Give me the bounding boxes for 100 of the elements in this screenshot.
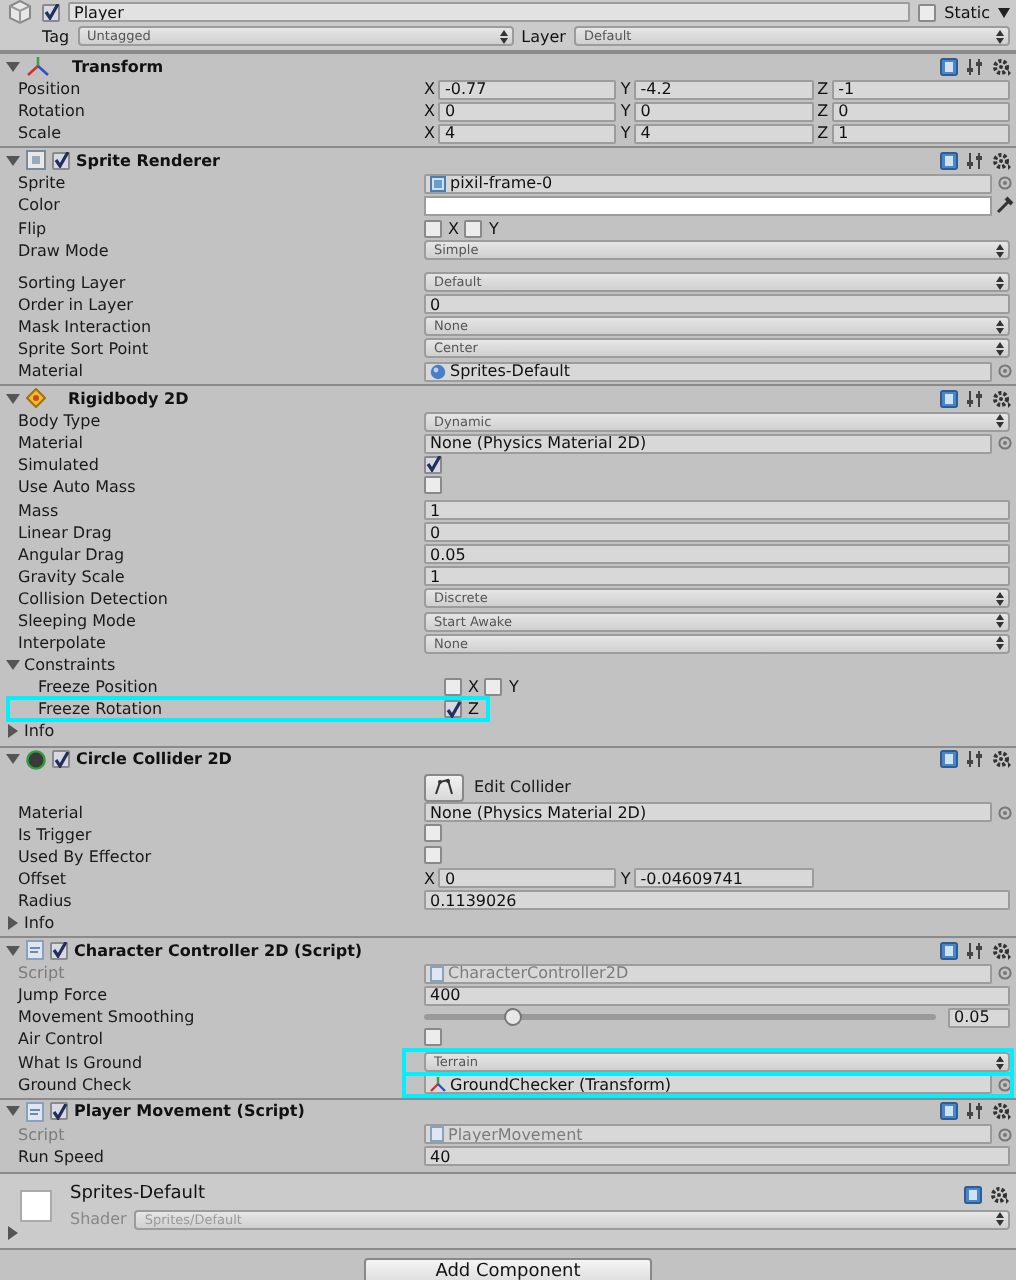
dropdown-arrows-icon xyxy=(996,243,1004,258)
property-label: Mask Interaction xyxy=(18,317,154,336)
help-icon[interactable] xyxy=(964,1185,982,1204)
number-field[interactable]: 1 xyxy=(832,123,1010,144)
sliders-icon[interactable] xyxy=(966,389,984,408)
number-field[interactable]: -0.77 xyxy=(438,79,617,100)
gear-icon[interactable] xyxy=(992,941,1012,960)
help-icon[interactable] xyxy=(940,1102,958,1121)
object-field[interactable]: Sprites-Default xyxy=(424,361,992,382)
expand-arrow-icon[interactable] xyxy=(6,59,20,73)
checkbox[interactable] xyxy=(424,219,442,238)
expand-arrow-icon[interactable] xyxy=(6,153,20,168)
axis-label: Y xyxy=(620,869,631,888)
number-field[interactable]: -0.04609741 xyxy=(634,868,814,889)
object-field[interactable]: GroundChecker (Transform) xyxy=(424,1074,992,1095)
checkbox[interactable] xyxy=(424,1028,442,1047)
checkbox[interactable] xyxy=(424,476,442,495)
checkbox-label: X xyxy=(448,219,459,238)
checkbox[interactable] xyxy=(50,1102,68,1121)
checkbox[interactable] xyxy=(50,941,68,960)
checkbox[interactable] xyxy=(484,678,503,697)
checkbox[interactable] xyxy=(52,750,70,769)
edit-collider-button[interactable] xyxy=(424,773,464,802)
number-field[interactable]: -1 xyxy=(832,79,1010,100)
gear-icon[interactable] xyxy=(992,389,1012,408)
expand-arrow-icon[interactable] xyxy=(6,658,20,673)
target-icon[interactable] xyxy=(997,1077,1011,1092)
checkbox[interactable] xyxy=(464,219,483,238)
sliders-icon[interactable] xyxy=(966,151,984,170)
object-field[interactable]: pixil-frame-0 xyxy=(424,173,992,194)
dropdown-arrows-icon xyxy=(996,1055,1004,1070)
caret-icon[interactable] xyxy=(998,7,1010,17)
help-icon[interactable] xyxy=(940,57,958,75)
checkbox[interactable] xyxy=(444,700,462,719)
expand-arrow-icon[interactable] xyxy=(6,391,20,406)
slider-track[interactable] xyxy=(424,1014,936,1021)
number-field[interactable]: 0.05 xyxy=(948,1007,1010,1028)
property-label: Freeze Rotation xyxy=(38,700,165,719)
sliders-icon[interactable] xyxy=(966,57,984,75)
expand-arrow-icon[interactable] xyxy=(6,1104,20,1119)
color-field[interactable] xyxy=(424,195,992,216)
dropdown-arrows-icon xyxy=(996,636,1004,651)
target-icon[interactable] xyxy=(997,805,1011,820)
number-field[interactable]: 0 xyxy=(438,868,617,889)
name-field[interactable]: Player xyxy=(68,2,911,22)
expand-arrow-icon[interactable] xyxy=(6,916,20,931)
property-label: Order in Layer xyxy=(18,295,135,314)
number-field[interactable]: 4 xyxy=(634,123,814,144)
number-field[interactable]: 400 xyxy=(424,985,1010,1006)
checkbox[interactable] xyxy=(424,845,442,864)
foldout-label[interactable]: Info xyxy=(24,914,55,933)
number-field[interactable]: 0 xyxy=(832,101,1010,122)
help-icon[interactable] xyxy=(940,941,958,960)
sliders-icon[interactable] xyxy=(966,941,984,960)
number-field[interactable]: 1 xyxy=(424,566,1010,587)
sliders-icon[interactable] xyxy=(966,1102,984,1121)
help-icon[interactable] xyxy=(940,750,958,769)
gear-icon[interactable] xyxy=(992,57,1012,75)
help-icon[interactable] xyxy=(940,151,958,170)
property-label: Collision Detection xyxy=(18,589,170,608)
foldout-label[interactable]: Info xyxy=(24,722,55,741)
checkbox[interactable] xyxy=(424,823,442,842)
gear-icon[interactable] xyxy=(990,1185,1010,1204)
property-label: Angular Drag xyxy=(18,545,127,564)
dropdown-arrows-icon xyxy=(996,614,1004,629)
number-field[interactable]: 40 xyxy=(424,1146,1010,1167)
axis-label: Z xyxy=(817,80,829,99)
number-field[interactable]: 0.05 xyxy=(424,544,1010,565)
expand-arrow-icon[interactable] xyxy=(6,1225,20,1240)
object-field[interactable]: None (Physics Material 2D) xyxy=(424,802,992,823)
foldout-label[interactable]: Constraints xyxy=(24,656,116,675)
number-field[interactable]: 0 xyxy=(634,101,814,122)
gear-icon[interactable] xyxy=(992,750,1012,769)
number-field[interactable]: 0 xyxy=(438,101,617,122)
eyedropper-icon[interactable] xyxy=(995,196,1013,215)
target-icon[interactable] xyxy=(997,436,1011,451)
expand-arrow-icon[interactable] xyxy=(6,943,20,958)
checkbox[interactable] xyxy=(424,455,442,474)
number-field[interactable]: 0.1139026 xyxy=(424,890,1010,911)
number-field[interactable]: 0 xyxy=(424,522,1010,543)
number-field[interactable]: 1 xyxy=(424,500,1010,521)
number-field[interactable]: 0 xyxy=(424,294,1010,315)
gear-icon[interactable] xyxy=(992,151,1012,170)
sliders-icon[interactable] xyxy=(966,750,984,769)
checkbox[interactable] xyxy=(918,3,937,21)
number-field[interactable]: -4.2 xyxy=(634,79,814,100)
checkbox[interactable] xyxy=(52,151,70,170)
checkbox[interactable] xyxy=(42,3,60,21)
target-icon[interactable] xyxy=(997,176,1011,191)
number-field[interactable]: 4 xyxy=(438,123,617,144)
checkbox[interactable] xyxy=(444,678,462,697)
expand-arrow-icon[interactable] xyxy=(6,752,20,767)
add-component-button[interactable]: Add Component xyxy=(364,1257,652,1280)
help-icon[interactable] xyxy=(940,389,958,408)
gear-icon[interactable] xyxy=(992,1102,1012,1121)
object-field[interactable]: None (Physics Material 2D) xyxy=(424,433,992,454)
expand-arrow-icon[interactable] xyxy=(6,724,20,739)
slider-thumb[interactable] xyxy=(503,1008,522,1027)
target-icon[interactable] xyxy=(997,364,1011,379)
axis-label: X xyxy=(424,102,435,121)
